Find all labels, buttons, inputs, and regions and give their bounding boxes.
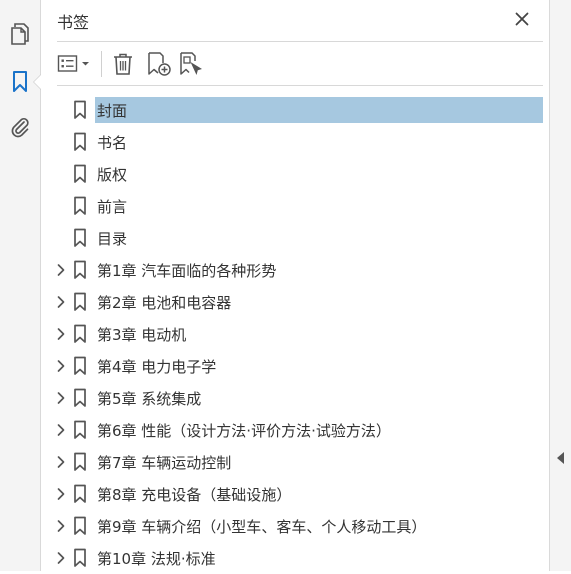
bookmark-item[interactable]: 第6章 性能（设计方法·评价方法·试验方法） — [41, 414, 549, 446]
bookmark-label-container[interactable]: 书名 — [95, 129, 543, 155]
bookmark-label-container[interactable]: 第9章 车辆介绍（小型车、客车、个人移动工具） — [95, 513, 543, 539]
bookmark-label: 第10章 法规·标准 — [97, 549, 216, 568]
right-panel-rail — [549, 0, 571, 571]
bookmark-icon — [74, 100, 86, 119]
panel-title: 书签 — [57, 13, 90, 32]
divider — [57, 41, 543, 42]
bookmark-icon — [74, 388, 86, 407]
bookmark-icon — [74, 228, 86, 247]
bookmark-icon — [74, 132, 86, 151]
bookmark-label: 第1章 汽车面临的各种形势 — [97, 261, 277, 280]
bookmark-item[interactable]: 第2章 电池和电容器 — [41, 286, 549, 318]
bookmark-label: 第5章 系统集成 — [97, 389, 202, 408]
chevron-right-icon[interactable] — [53, 326, 69, 342]
bookmark-item[interactable]: 第7章 车辆运动控制 — [41, 446, 549, 478]
bookmark-item[interactable]: 第8章 充电设备（基础设施） — [41, 478, 549, 510]
close-icon — [515, 12, 529, 26]
delete-bookmark-button[interactable] — [110, 50, 136, 78]
chevron-right-icon[interactable] — [53, 454, 69, 470]
bookmark-label: 第8章 充电设备（基础设施） — [97, 485, 292, 504]
bookmark-label-container[interactable]: 版权 — [95, 161, 543, 187]
paperclip-icon — [11, 118, 29, 138]
bookmark-label-container[interactable]: 第4章 电力电子学 — [95, 353, 543, 379]
chevron-right-icon[interactable] — [53, 422, 69, 438]
bookmark-icon — [13, 71, 27, 92]
chevron-right-icon[interactable] — [53, 550, 69, 566]
bookmark-icon — [74, 356, 86, 375]
bookmark-icon — [74, 324, 86, 343]
bookmark-item[interactable]: 第1章 汽车面临的各种形势 — [41, 254, 549, 286]
divider — [57, 85, 543, 86]
chevron-right-icon[interactable] — [53, 262, 69, 278]
toolbar-separator — [101, 51, 102, 77]
bookmark-label: 第3章 电动机 — [97, 325, 187, 344]
bookmarks-panel-button[interactable] — [6, 68, 34, 96]
bookmark-label-container[interactable]: 封面 — [95, 97, 543, 123]
bookmark-label-container[interactable]: 第8章 充电设备（基础设施） — [95, 481, 543, 507]
bookmark-icon — [74, 516, 86, 535]
chevron-right-icon[interactable] — [53, 518, 69, 534]
chevron-right-icon[interactable] — [53, 486, 69, 502]
bookmark-label-container[interactable]: 第10章 法规·标准 — [95, 545, 543, 571]
bookmark-label: 第4章 电力电子学 — [97, 357, 217, 376]
bookmark-label-container[interactable]: 第2章 电池和电容器 — [95, 289, 543, 315]
chevron-right-icon[interactable] — [53, 390, 69, 406]
bookmark-item[interactable]: 书名 — [41, 126, 549, 158]
bookmark-label-container[interactable]: 第3章 电动机 — [95, 321, 543, 347]
new-bookmark-button[interactable] — [142, 50, 176, 78]
bookmark-label: 目录 — [97, 229, 128, 248]
bookmark-label-container[interactable]: 目录 — [95, 225, 543, 251]
bookmark-label: 版权 — [97, 165, 128, 184]
bookmark-item[interactable]: 版权 — [41, 158, 549, 190]
bookmarks-panel: 书签 封面 书名 版权 前言 目录 第1章 汽车面临的各种形势 第2章 电池和电… — [41, 0, 549, 571]
bookmark-label: 书名 — [97, 133, 128, 152]
bookmark-label-container[interactable]: 第7章 车辆运动控制 — [95, 449, 543, 475]
bookmark-label: 第2章 电池和电容器 — [97, 293, 232, 312]
new-bookmark-from-structure-button[interactable] — [176, 50, 206, 78]
chevron-right-icon[interactable] — [53, 358, 69, 374]
bookmark-item[interactable]: 第3章 电动机 — [41, 318, 549, 350]
bookmark-label: 前言 — [97, 197, 128, 216]
bookmark-icon — [74, 260, 86, 279]
bookmark-icon — [74, 196, 86, 215]
close-panel-button[interactable] — [511, 8, 533, 30]
bookmark-item[interactable]: 第5章 系统集成 — [41, 382, 549, 414]
bookmark-icon — [74, 484, 86, 503]
bookmark-icon — [74, 452, 86, 471]
bookmark-item[interactable]: 前言 — [41, 190, 549, 222]
options-menu-icon — [57, 55, 89, 72]
bookmark-from-structure-icon — [180, 52, 202, 75]
bookmark-label-container[interactable]: 第5章 系统集成 — [95, 385, 543, 411]
bookmark-icon — [74, 164, 86, 183]
bookmark-item[interactable]: 第4章 电力电子学 — [41, 350, 549, 382]
options-menu-button[interactable] — [57, 50, 93, 78]
collapse-panel-arrow-icon[interactable] — [557, 452, 564, 464]
bookmark-item[interactable]: 第9章 车辆介绍（小型车、客车、个人移动工具） — [41, 510, 549, 542]
bookmark-label-container[interactable]: 第1章 汽车面临的各种形势 — [95, 257, 543, 283]
trash-icon — [114, 53, 132, 75]
bookmark-label: 第7章 车辆运动控制 — [97, 453, 232, 472]
page-thumbnails-icon — [11, 23, 29, 45]
chevron-right-icon[interactable] — [53, 294, 69, 310]
bookmark-item[interactable]: 封面 — [41, 94, 549, 126]
bookmark-icon — [74, 548, 86, 567]
bookmark-label-container[interactable]: 第6章 性能（设计方法·评价方法·试验方法） — [95, 417, 543, 443]
bookmark-item[interactable]: 目录 — [41, 222, 549, 254]
bookmark-icon — [74, 420, 86, 439]
bookmark-label-container[interactable]: 前言 — [95, 193, 543, 219]
bookmark-label: 封面 — [97, 101, 128, 120]
page-thumbnails-button[interactable] — [6, 20, 34, 48]
bookmark-label: 第6章 性能（设计方法·评价方法·试验方法） — [97, 421, 391, 440]
attachments-button[interactable] — [6, 113, 34, 141]
add-bookmark-icon — [148, 52, 171, 76]
bookmark-icon — [74, 292, 86, 311]
bookmark-item[interactable]: 第10章 法规·标准 — [41, 542, 549, 574]
bookmarks-toolbar — [57, 50, 206, 78]
bookmark-label: 第9章 车辆介绍（小型车、客车、个人移动工具） — [97, 517, 427, 536]
